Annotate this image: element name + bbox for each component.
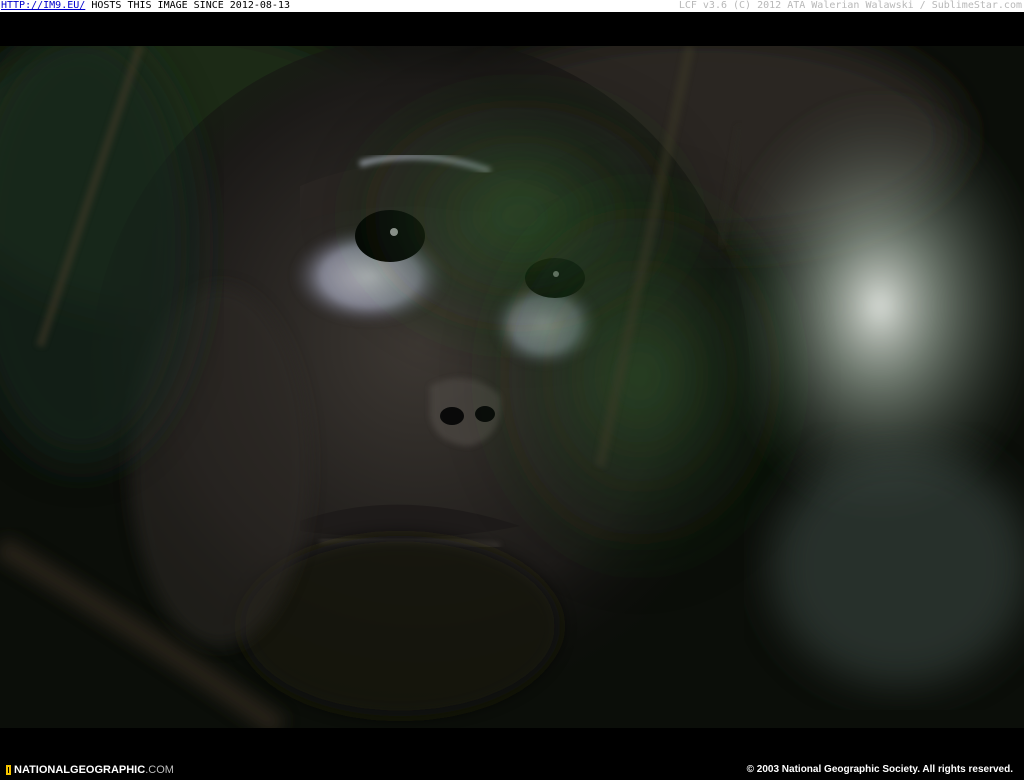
- hosting-banner-left: HTTP://IM9.EU/ HOSTS THIS IMAGE SINCE 20…: [1, 0, 290, 12]
- hosting-since-text: HOSTS THIS IMAGE SINCE 2012-08-13: [85, 0, 290, 11]
- hosting-link[interactable]: HTTP://IM9.EU/: [1, 0, 85, 11]
- copyright-notice: © 2003 National Geographic Society. All …: [746, 764, 1013, 775]
- gorilla-photo-illustration: [0, 46, 1024, 728]
- yellow-border-icon: [6, 765, 11, 775]
- logo-name: NATIONALGEOGRAPHIC: [14, 764, 146, 776]
- hosting-credit-text: LCF v3.6 (C) 2012 ATA Walerian Walawski …: [678, 0, 1022, 11]
- letterbox-top: [0, 12, 1024, 46]
- logo-suffix: .COM: [145, 764, 174, 776]
- gorilla-photo: [0, 46, 1024, 728]
- national-geographic-logo: NATIONALGEOGRAPHIC .COM: [6, 764, 174, 776]
- hosting-banner: HTTP://IM9.EU/ HOSTS THIS IMAGE SINCE 20…: [0, 0, 1024, 12]
